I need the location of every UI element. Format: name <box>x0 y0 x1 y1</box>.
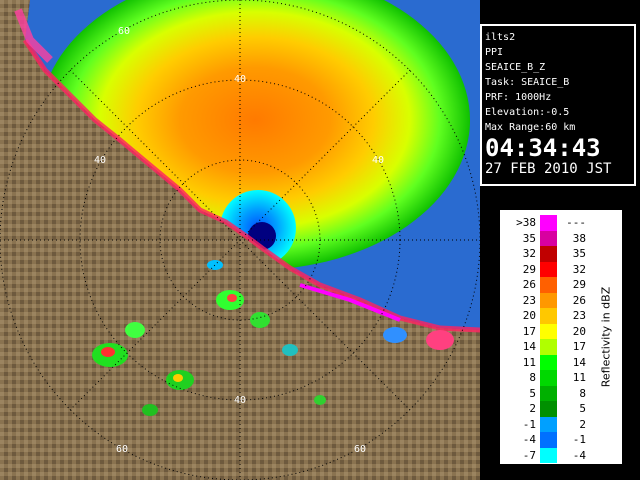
legend-color-swatch <box>540 308 557 324</box>
scan-info-panel: ilts2 PPI SEAICE_B_Z Task: SEAICE_B PRF:… <box>480 24 636 186</box>
legend-upper-bound: 20 <box>572 324 586 338</box>
legend-color-swatch <box>540 292 557 308</box>
legend-color-swatch <box>540 385 557 401</box>
legend-color-swatch <box>540 447 557 463</box>
legend-lower-bound: -7 <box>522 448 536 462</box>
legend-lower-bound: 20 <box>522 309 536 322</box>
legend-lower-bound: 11 <box>522 355 536 369</box>
legend-color-swatch <box>540 277 557 293</box>
reflectivity-legend: >38 --- 35 38 32 35 29 32 26 29 23 26 20 23 17 20 14 17 11… <box>500 210 622 464</box>
legend-upper-bound: 5 <box>579 402 586 415</box>
ring-label-40-s: 40 <box>234 395 246 406</box>
legend-upper-bound: 23 <box>572 309 586 322</box>
legend-color-swatch <box>540 432 557 448</box>
ring-label-40-w: 40 <box>94 155 106 166</box>
legend-upper-bound: 29 <box>572 278 586 291</box>
legend-upper-bound: -4 <box>572 448 586 462</box>
ring-label-40-e: 40 <box>372 155 384 166</box>
max-range-value: Max Range:60 km <box>485 122 576 133</box>
legend-lower-bound: 23 <box>522 293 536 307</box>
legend-lower-bound: 26 <box>522 278 536 291</box>
legend-color-swatch <box>540 215 557 231</box>
legend-lower-bound: 14 <box>522 340 536 353</box>
legend-upper-bound: 2 <box>579 417 586 431</box>
ring-label-60-nw: 60 <box>118 26 130 37</box>
legend-unit-label: Reflectivity in dBZ <box>599 286 613 388</box>
legend-row: -7 -4 <box>500 447 622 463</box>
legend-lower-bound: 29 <box>522 262 536 276</box>
legend-color-swatch <box>540 416 557 432</box>
legend-lower-bound: 5 <box>529 386 536 400</box>
ring-label-60-sw: 60 <box>116 444 128 455</box>
legend-upper-bound: 11 <box>572 371 586 384</box>
scan-date: 27 FEB 2010 JST <box>485 161 612 177</box>
legend-upper-bound: 38 <box>572 231 586 245</box>
legend-upper-bound: 26 <box>572 293 586 307</box>
legend-color-swatch <box>540 230 557 246</box>
scan-type: PPI <box>485 47 504 58</box>
legend-color-swatch <box>540 339 557 355</box>
legend-color-swatch <box>540 401 557 417</box>
legend-upper-bound: 8 <box>579 386 586 400</box>
legend-upper-bound: 14 <box>572 355 586 369</box>
prf-value: PRF: 1000Hz <box>485 92 552 103</box>
legend-color-swatch <box>540 323 557 339</box>
task-name: Task: SEAICE_B <box>485 77 570 88</box>
legend-color-swatch <box>540 354 557 370</box>
ring-label-40-n: 40 <box>234 74 246 85</box>
product-name: SEAICE_B_Z <box>485 62 546 73</box>
legend-lower-bound: 35 <box>522 231 536 245</box>
legend-color-swatch <box>540 246 557 262</box>
legend-upper-bound: 17 <box>572 340 586 353</box>
legend-lower-bound: 32 <box>522 247 536 260</box>
legend-lower-bound: 8 <box>529 371 536 384</box>
legend-lower-bound: 2 <box>529 402 536 415</box>
legend-lower-bound: -1 <box>522 417 536 431</box>
legend-upper-bound: 35 <box>572 247 586 260</box>
legend-color-swatch <box>540 370 557 386</box>
station-name: ilts2 <box>485 32 516 43</box>
legend-upper-bound: --- <box>566 216 586 229</box>
legend-lower-bound: -4 <box>522 433 536 446</box>
legend-lower-bound: >38 <box>516 216 536 229</box>
radar-ppi-map: 60 40 40 40 40 60 60 <box>0 0 480 480</box>
legend-color-swatch <box>540 261 557 277</box>
legend-upper-bound: 32 <box>572 262 586 276</box>
legend-lower-bound: 17 <box>522 324 536 338</box>
elevation-value: Elevation:-0.5 <box>485 107 570 118</box>
scan-time: 04:34:43 <box>485 134 601 162</box>
ring-label-60-se: 60 <box>354 444 366 455</box>
legend-upper-bound: -1 <box>572 433 586 446</box>
